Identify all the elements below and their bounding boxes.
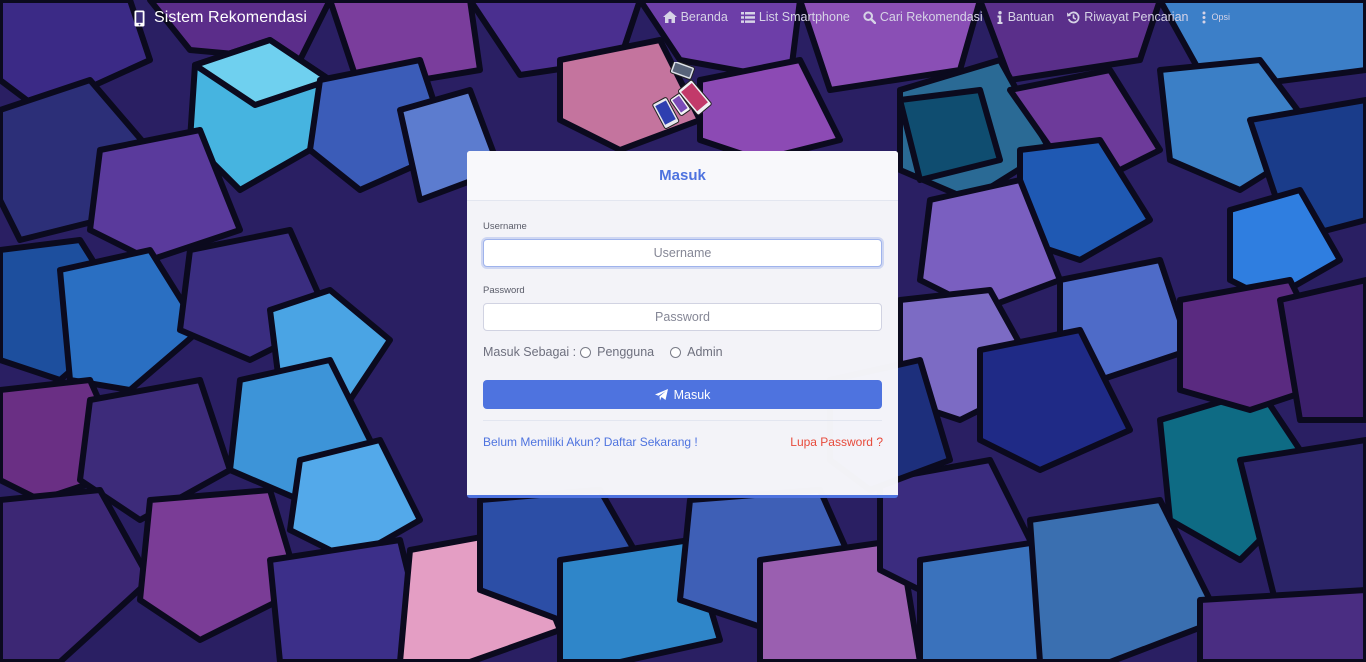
nav-item-label: Riwayat Pencarian xyxy=(1084,10,1189,24)
home-icon xyxy=(662,11,677,23)
login-submit-label: Masuk xyxy=(673,387,711,402)
search-icon xyxy=(863,10,876,24)
register-link[interactable]: Belum Memiliki Akun? Daftar Sekarang ! xyxy=(483,435,698,449)
history-icon xyxy=(1067,11,1080,24)
info-icon xyxy=(996,10,1004,24)
role-radio-admin[interactable] xyxy=(670,346,682,358)
nav-item-beranda[interactable]: Beranda xyxy=(662,10,728,24)
username-label: Username xyxy=(483,221,527,232)
nav-item-label: Beranda xyxy=(680,10,728,24)
card-divider xyxy=(483,420,882,421)
nav-menu: Beranda List Smartphone Cari Rekomendasi… xyxy=(650,10,1230,24)
nav-item-label: Cari Rekomendasi xyxy=(879,10,983,24)
login-title: Masuk xyxy=(659,167,706,184)
nav-item-list-smartphone[interactable]: List Smartphone xyxy=(740,10,850,24)
role-selector: Masuk Sebagai : Pengguna Admin xyxy=(483,345,723,359)
nav-item-opsi[interactable]: Opsi xyxy=(1201,11,1230,24)
forgot-password-link[interactable]: Lupa Password ? xyxy=(790,435,883,449)
nav-item-label: Bantuan xyxy=(1007,10,1055,24)
nav-item-label: Opsi xyxy=(1211,12,1230,22)
mobile-phone-icon xyxy=(134,10,145,27)
more-vertical-icon xyxy=(1201,11,1207,24)
nav-item-cari-rekomendasi[interactable]: Cari Rekomendasi xyxy=(863,10,983,24)
role-radio-pengguna[interactable] xyxy=(580,346,592,358)
password-label: Password xyxy=(483,285,525,296)
password-input[interactable] xyxy=(483,303,882,331)
nav-item-bantuan[interactable]: Bantuan xyxy=(996,10,1055,24)
paper-plane-icon xyxy=(654,388,668,401)
login-card-header: Masuk xyxy=(467,151,898,201)
username-input[interactable] xyxy=(483,239,882,267)
role-label: Masuk Sebagai : xyxy=(483,345,577,359)
login-submit-button[interactable]: Masuk xyxy=(483,380,882,409)
nav-item-riwayat-pencarian[interactable]: Riwayat Pencarian xyxy=(1067,10,1188,24)
smartphones-logo xyxy=(652,62,712,129)
list-icon xyxy=(740,11,755,23)
nav-item-label: List Smartphone xyxy=(758,10,850,24)
login-card: Masuk Username Password Masuk Sebagai : … xyxy=(467,151,898,498)
role-option-admin-label[interactable]: Admin xyxy=(687,345,722,359)
brand-title: Sistem Rekomendasi xyxy=(154,9,307,26)
role-option-pengguna-label[interactable]: Pengguna xyxy=(597,345,654,359)
brand-link[interactable]: Sistem Rekomendasi xyxy=(134,9,307,27)
top-navbar: Sistem Rekomendasi Beranda List Smartpho… xyxy=(0,0,1366,38)
